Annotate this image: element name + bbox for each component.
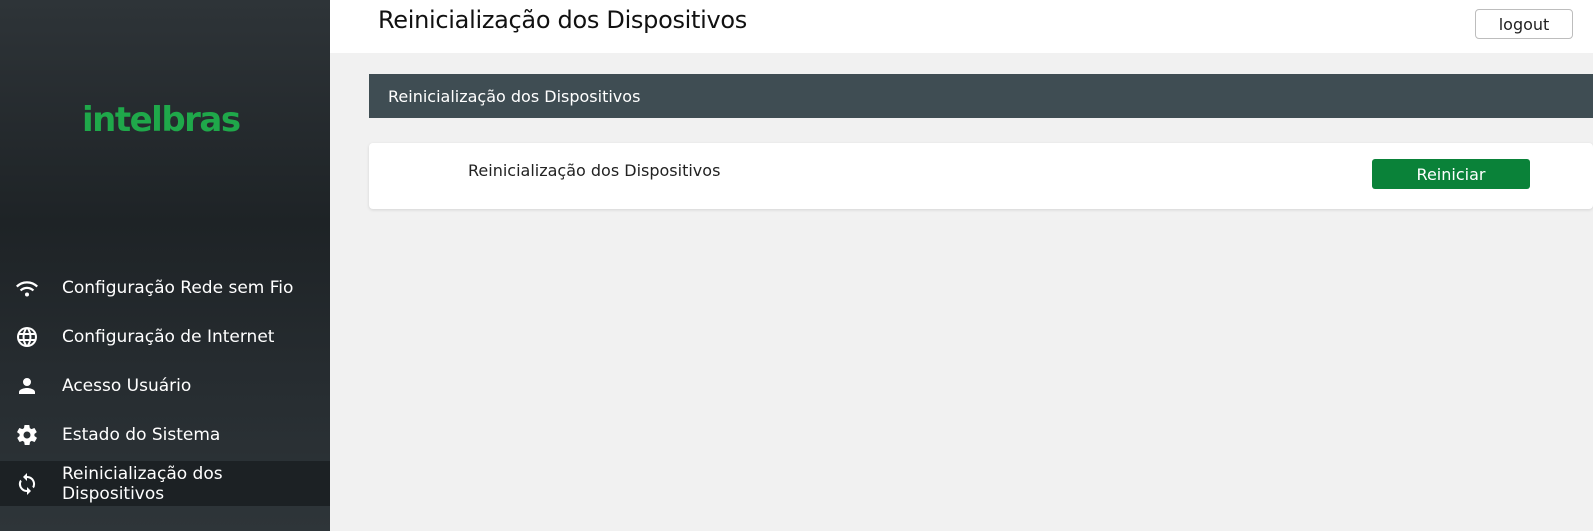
reboot-button[interactable]: Reiniciar xyxy=(1372,159,1530,189)
user-icon xyxy=(0,374,62,398)
intelbras-logo: intelbras xyxy=(82,100,241,140)
top-header: Reinicialização dos Dispositivos logout xyxy=(330,0,1593,53)
sidebar-item-label: Configuração de Internet xyxy=(62,326,275,347)
sidebar-item-label: Estado do Sistema xyxy=(62,424,221,445)
refresh-icon xyxy=(0,472,62,496)
page-title: Reinicialização dos Dispositivos xyxy=(378,6,747,34)
gear-icon xyxy=(0,423,62,447)
globe-icon xyxy=(0,325,62,349)
sidebar-item-label: Reinicialização dos Dispositivos xyxy=(61,463,223,504)
sidebar: intelbras Configuração Rede sem Fio Conf… xyxy=(0,0,330,531)
sidebar-item-label: Acesso Usuário xyxy=(62,375,192,396)
section-header: Reinicialização dos Dispositivos xyxy=(369,74,1593,118)
sidebar-item-wireless[interactable]: Configuração Rede sem Fio xyxy=(0,265,330,310)
sidebar-item-label: Configuração Rede sem Fio xyxy=(62,277,294,298)
sidebar-item-internet[interactable]: Configuração de Internet xyxy=(0,314,330,359)
sidebar-nav: Configuração Rede sem Fio Configuração d… xyxy=(0,265,330,510)
section-title: Reinicialização dos Dispositivos xyxy=(388,86,641,106)
logout-button[interactable]: logout xyxy=(1475,9,1573,39)
reboot-card: Reinicialização dos Dispositivos Reinici… xyxy=(369,143,1593,209)
wifi-icon xyxy=(0,276,62,300)
reboot-row-label: Reinicialização dos Dispositivos xyxy=(468,161,721,180)
sidebar-item-device-reboot[interactable]: Reinicialização dos Dispositivos xyxy=(0,461,330,506)
sidebar-item-system-status[interactable]: Estado do Sistema xyxy=(0,412,330,457)
sidebar-item-user-access[interactable]: Acesso Usuário xyxy=(0,363,330,408)
